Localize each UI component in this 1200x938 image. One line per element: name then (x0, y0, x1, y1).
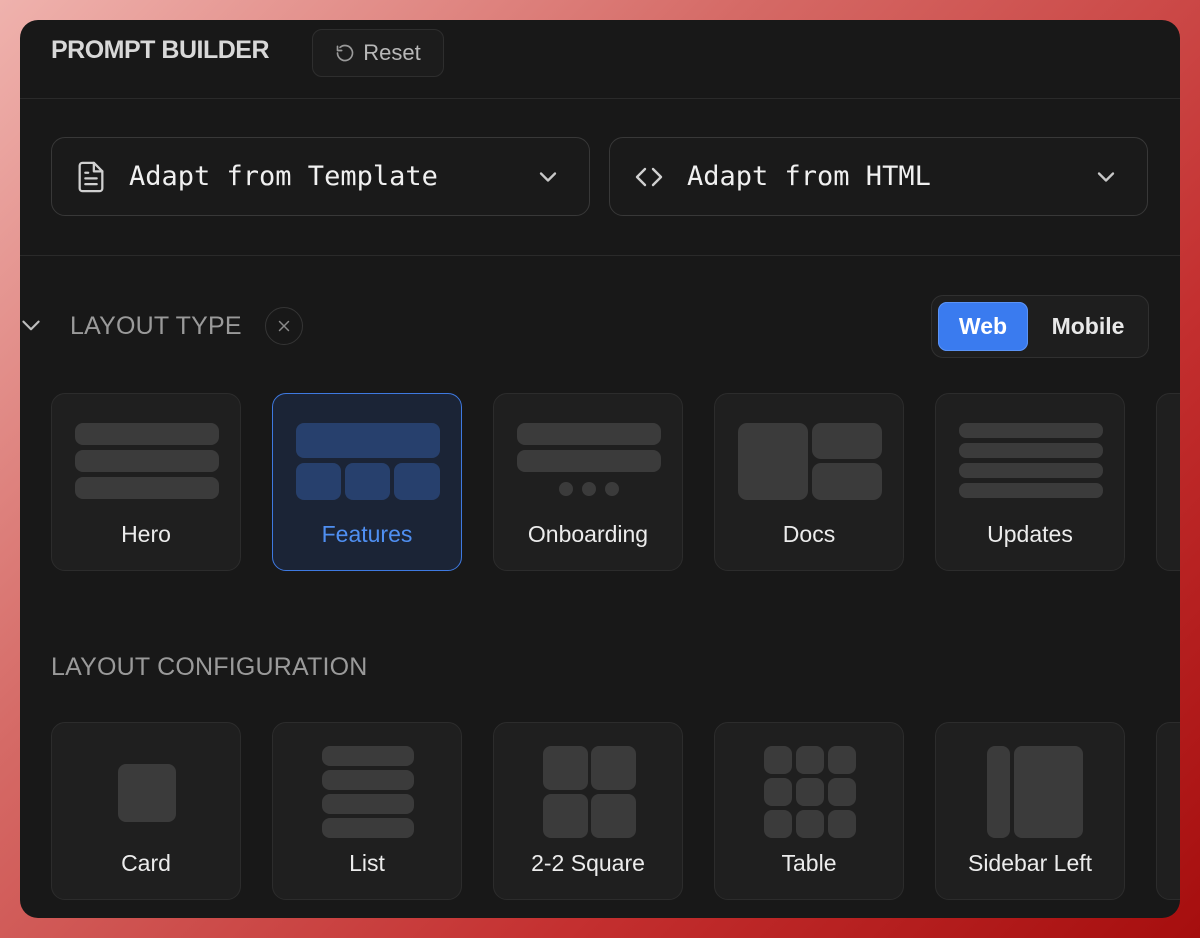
card-label: Features (321, 521, 413, 547)
layout-config-card-partial[interactable] (1156, 722, 1180, 900)
chevron-down-icon (539, 171, 557, 182)
clear-layout-type-button[interactable] (265, 307, 303, 345)
layout-type-title: LAYOUT TYPE (70, 312, 242, 340)
list-thumbnail (322, 746, 414, 838)
code-icon (629, 157, 669, 197)
card-label: Sidebar Left (967, 850, 1093, 876)
docs-thumbnail (738, 423, 882, 500)
chevron-down-icon[interactable] (20, 313, 44, 339)
layout-type-header: LAYOUT TYPE Web Mobile (20, 295, 1180, 358)
chevron-down-icon (1097, 171, 1115, 182)
layout-config-card-sidebar-left[interactable]: Sidebar Left (935, 722, 1125, 900)
file-text-icon (71, 157, 111, 197)
features-thumbnail (296, 423, 440, 500)
layout-type-card-features[interactable]: Features (272, 393, 462, 571)
layout-type-card-hero[interactable]: Hero (51, 393, 241, 571)
table-thumbnail (764, 746, 856, 838)
prompt-builder-panel: PROMPT BUILDER Reset Adapt from Template (20, 20, 1180, 918)
adapt-html-label: Adapt from HTML (687, 161, 931, 192)
web-option[interactable]: Web (938, 302, 1028, 351)
card-label: Hero (121, 521, 171, 547)
reset-button[interactable]: Reset (312, 29, 444, 77)
reset-label: Reset (363, 40, 421, 65)
card-thumbnail (118, 764, 176, 822)
updates-thumbnail (959, 423, 1103, 498)
square-grid-thumbnail (543, 746, 636, 838)
card-label: Onboarding (527, 521, 649, 547)
layout-config-card-list[interactable]: List (272, 722, 462, 900)
mobile-option[interactable]: Mobile (1034, 302, 1142, 351)
sidebar-left-thumbnail (987, 746, 1083, 838)
adapt-template-label: Adapt from Template (129, 161, 438, 192)
card-label: Card (121, 850, 171, 876)
adapt-html-dropdown[interactable]: Adapt from HTML (609, 137, 1148, 216)
layout-config-card-2-2-square[interactable]: 2-2 Square (493, 722, 683, 900)
card-label: Updates (987, 521, 1073, 547)
hero-thumbnail (75, 423, 219, 499)
card-label: 2-2 Square (531, 850, 645, 876)
layout-type-card-partial[interactable] (1156, 393, 1180, 571)
layout-type-card-onboarding[interactable]: Onboarding (493, 393, 683, 571)
layout-type-card-docs[interactable]: Docs (714, 393, 904, 571)
layout-type-card-updates[interactable]: Updates (935, 393, 1125, 571)
layout-config-card-table[interactable]: Table (714, 722, 904, 900)
onboarding-thumbnail (517, 423, 661, 496)
layout-configuration-title: LAYOUT CONFIGURATION (51, 653, 368, 681)
header: PROMPT BUILDER Reset (20, 20, 1180, 99)
card-label: Docs (782, 521, 836, 547)
layout-config-card-card[interactable]: Card (51, 722, 241, 900)
card-label: Table (781, 850, 837, 876)
adapt-row: Adapt from Template Adapt from HTML (20, 98, 1180, 256)
adapt-template-dropdown[interactable]: Adapt from Template (51, 137, 590, 216)
app-title: PROMPT BUILDER (51, 36, 270, 64)
platform-toggle: Web Mobile (931, 295, 1149, 358)
rotate-ccw-icon (336, 44, 354, 62)
close-icon (278, 320, 290, 332)
card-label: List (349, 850, 385, 876)
